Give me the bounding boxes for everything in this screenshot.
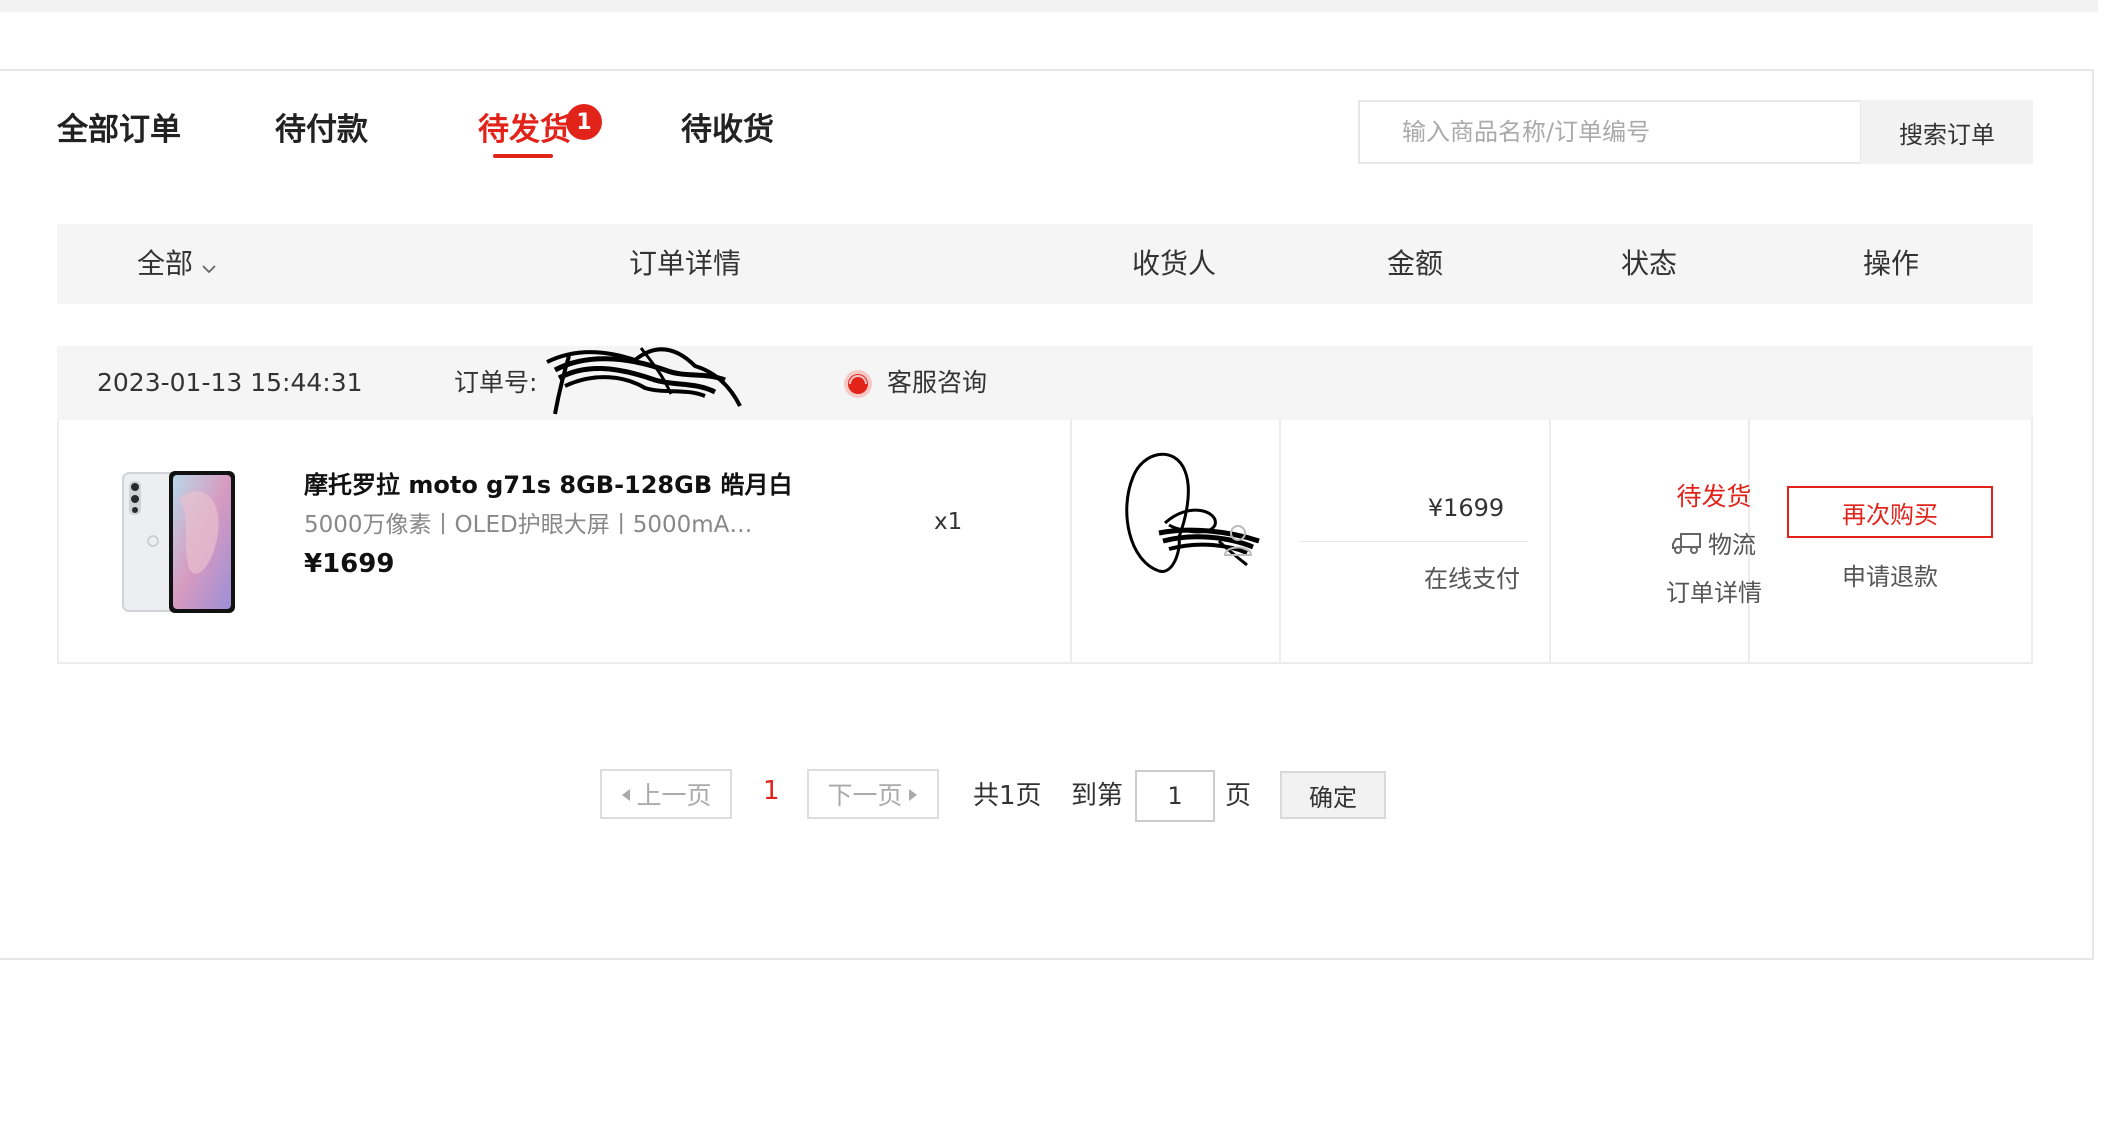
logistics-label: 物流 — [1708, 531, 1756, 559]
product-quantity: x1 — [934, 509, 963, 535]
search-orders-button[interactable]: 搜索订单 — [1861, 100, 2033, 164]
payment-method: 在线支付 — [1424, 565, 1520, 593]
header-status: 状态 — [1620, 247, 1678, 280]
top-bar — [0, 0, 2098, 12]
tab-pending-receipt[interactable]: 待收货 — [681, 108, 774, 152]
order-amount: ¥1699 — [1427, 494, 1505, 522]
column-divider — [1279, 419, 1281, 662]
tab-pending-payment[interactable]: 待付款 — [275, 108, 368, 152]
request-refund-link[interactable]: 申请退款 — [1787, 557, 1993, 592]
amount-divider — [1299, 541, 1528, 542]
header-action: 操作 — [1862, 247, 1920, 280]
redacted-order-number-scribble — [545, 336, 745, 420]
header-order-detail: 订单详情 — [628, 247, 742, 280]
prev-page-label: 上一页 — [636, 781, 712, 810]
current-page-number[interactable]: 1 — [763, 776, 780, 806]
prev-page-button[interactable]: 上一页 — [600, 769, 732, 819]
customer-service-link[interactable]: 客服咨询 — [887, 346, 987, 420]
next-page-button[interactable]: 下一页 — [807, 769, 939, 819]
product-image[interactable] — [121, 469, 237, 615]
active-tab-indicator — [493, 154, 553, 158]
goto-page-confirm-button[interactable]: 确定 — [1280, 771, 1386, 819]
header-amount: 金额 — [1386, 247, 1444, 280]
caret-right-icon — [907, 780, 919, 809]
order-table-header: 全部 订单详情 收货人 金额 状态 操作 — [57, 224, 2033, 304]
order-number-label: 订单号: — [454, 368, 538, 397]
order-search-input[interactable] — [1358, 100, 1862, 164]
tab-all-orders[interactable]: 全部订单 — [57, 108, 181, 152]
total-pages: 共1页 — [973, 781, 1042, 811]
tab-count-badge: 1 — [566, 104, 602, 140]
page-number-input[interactable] — [1135, 770, 1215, 822]
page-unit-label: 页 — [1225, 781, 1252, 811]
filter-dropdown[interactable]: 全部 — [137, 224, 217, 305]
order-item-row: 摩托罗拉 moto g71s 8GB-128GB 皓月白 5000万像素丨OLE… — [57, 419, 2033, 664]
product-price: ¥1699 — [304, 549, 395, 579]
product-description: 5000万像素丨OLED护眼大屏丨5000mAh大电池 — [304, 512, 764, 538]
column-divider — [1070, 419, 1072, 662]
order-status: 待发货 — [1676, 482, 1752, 511]
product-name[interactable]: 摩托罗拉 moto g71s 8GB-128GB 皓月白 — [304, 465, 792, 500]
next-page-label: 下一页 — [827, 781, 903, 810]
order-header-row: 2023-01-13 15:44:31 订单号: 客服咨询 — [57, 346, 2033, 420]
caret-left-icon — [620, 780, 632, 809]
tab-pending-shipment[interactable]: 待发货 — [478, 108, 571, 152]
service-icon — [843, 369, 873, 403]
truck-icon — [1672, 532, 1702, 560]
header-receiver: 收货人 — [1131, 247, 1217, 280]
receiver-user-icon[interactable] — [1223, 523, 1253, 561]
redacted-receiver-scribble — [1119, 441, 1269, 595]
goto-page-label: 到第 — [1071, 781, 1124, 811]
order-time: 2023-01-13 15:44:31 — [97, 368, 363, 397]
chevron-down-icon — [201, 225, 217, 305]
buy-again-button[interactable]: 再次购买 — [1787, 486, 1993, 538]
column-divider — [1549, 419, 1551, 662]
order-detail-link[interactable]: 订单详情 — [1614, 573, 1814, 608]
filter-label: 全部 — [136, 247, 194, 280]
